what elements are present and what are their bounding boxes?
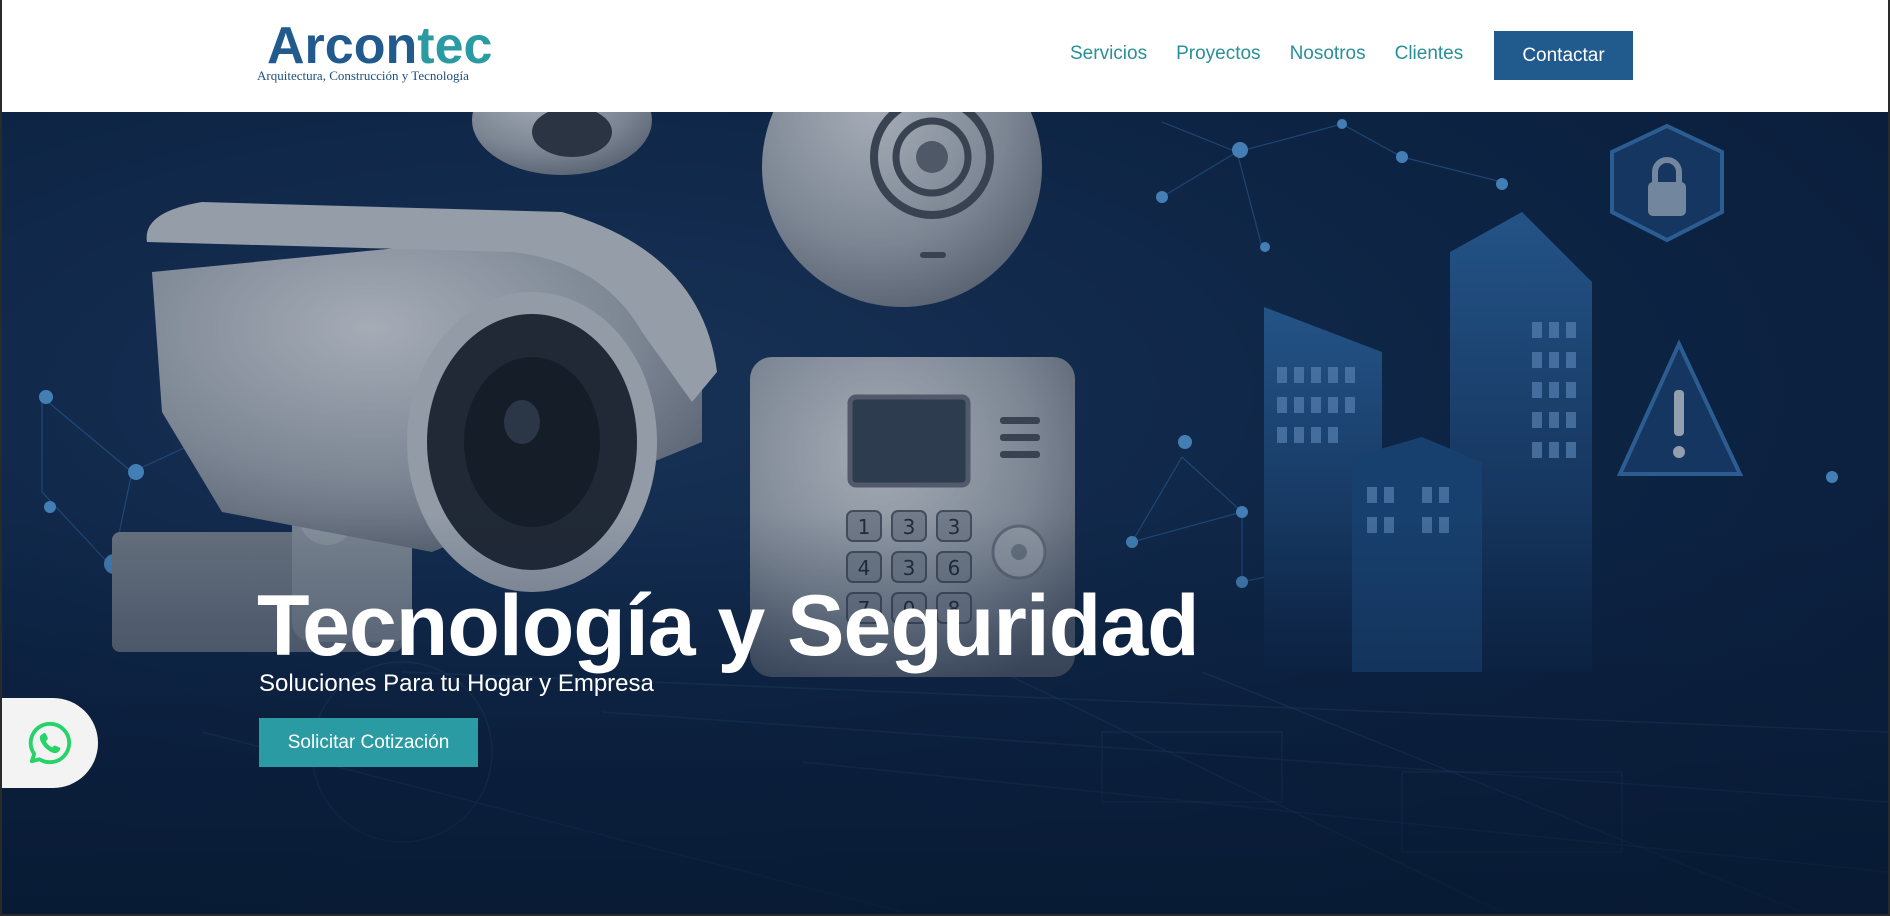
brand-name-part1: Arcon (267, 17, 418, 75)
nav-link-clientes[interactable]: Clientes (1395, 43, 1464, 65)
whatsapp-icon (28, 721, 72, 765)
nav-link-nosotros[interactable]: Nosotros (1290, 43, 1366, 65)
site-header: Arcontec Arquitectura, Construcción y Te… (2, 0, 1888, 112)
nav-link-servicios[interactable]: Servicios (1070, 43, 1147, 65)
page: Arcontec Arquitectura, Construcción y Te… (2, 0, 1888, 914)
whatsapp-button[interactable] (2, 698, 98, 788)
hero-background-illustration: 1 3 3 4 3 6 7 0 8 (2, 112, 1888, 914)
hero-title: Tecnología y Seguridad (257, 578, 1200, 674)
brand-logo[interactable]: Arcontec Arquitectura, Construcción y Te… (257, 18, 497, 88)
brand-tagline: Arquitectura, Construcción y Tecnología (257, 68, 469, 83)
request-quote-button[interactable]: Solicitar Cotización (259, 718, 478, 767)
contact-button[interactable]: Contactar (1494, 31, 1633, 80)
hero-section: 1 3 3 4 3 6 7 0 8 Tecnología y Seguridad… (2, 112, 1888, 914)
nav-link-proyectos[interactable]: Proyectos (1176, 43, 1260, 65)
brand-name: Arcontec (267, 18, 492, 74)
hero-subtitle: Soluciones Para tu Hogar y Empresa (259, 670, 654, 697)
main-nav: Servicios Proyectos Nosotros Clientes (1070, 28, 1492, 80)
brand-name-part2: tec (417, 17, 493, 75)
